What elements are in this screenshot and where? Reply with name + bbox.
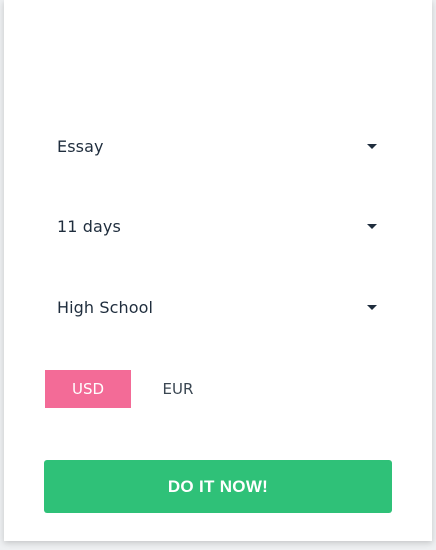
deadline-select[interactable]: 11 days: [44, 206, 392, 246]
academic-level-value: High School: [57, 297, 154, 317]
caret-down-icon: [367, 304, 377, 310]
caret-down-icon: [367, 143, 377, 149]
academic-level-select[interactable]: High School: [44, 287, 392, 327]
currency-usd-button[interactable]: USD: [45, 370, 131, 408]
paper-type-select[interactable]: Essay: [44, 126, 392, 166]
currency-eur-button[interactable]: EUR: [135, 370, 221, 408]
caret-down-icon: [367, 223, 377, 229]
deadline-value: 11 days: [57, 216, 121, 236]
currency-eur-label: EUR: [162, 380, 194, 398]
order-form-card: Essay 11 days High School USD EUR DO IT …: [4, 0, 432, 541]
paper-type-value: Essay: [57, 136, 104, 156]
do-it-now-button[interactable]: DO IT NOW!: [44, 460, 392, 513]
currency-usd-label: USD: [71, 380, 105, 398]
